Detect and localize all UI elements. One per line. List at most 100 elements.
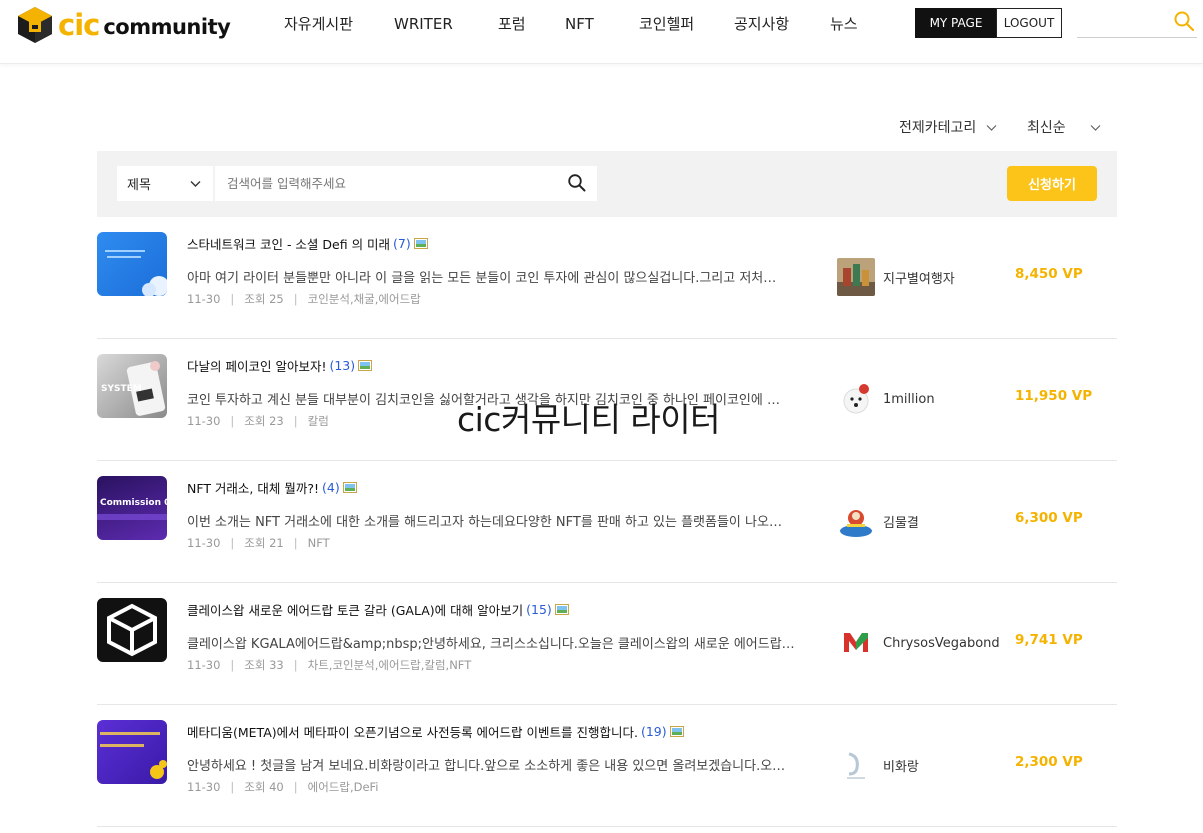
search-icon[interactable] — [567, 173, 587, 193]
gala-logo-thumbnail[interactable] — [97, 598, 167, 662]
header-search-field[interactable] — [1077, 8, 1197, 38]
sort-order-dropdown[interactable]: 최신순 — [1027, 117, 1101, 137]
post-meta: 11-30 | 조회 23 | 칼럼 — [187, 414, 329, 428]
comment-count: (19) — [640, 724, 667, 739]
image-attachment-icon — [413, 238, 428, 249]
post-title-text: 다날의 페이코인 알아보자! — [187, 359, 327, 374]
image-attachment-icon — [669, 726, 684, 737]
vp-score: 6,300 VP — [1015, 510, 1083, 526]
post-title-text: 클레이스왑 새로운 에어드랍 토큰 갈라 (GALA)에 대해 알아보기 — [187, 603, 524, 618]
post-views: 조회 23 — [244, 414, 284, 428]
author-name: ChrysosVegabond — [883, 635, 1000, 651]
post-excerpt: 코인 투자하고 계신 분들 대부분이 김치코인을 싫어할거라고 생각을 하지만 … — [187, 393, 780, 408]
avatar — [837, 624, 875, 662]
post-author[interactable]: 비화랑 — [837, 746, 919, 784]
image-attachment-icon — [342, 482, 357, 493]
post-list-item[interactable]: 메타디움(META)에서 메타파이 오픈기념으로 사전등록 에어드랍 이벤트를 … — [97, 705, 1117, 827]
comment-count: (4) — [322, 480, 340, 495]
thumbnail-graphic — [97, 514, 167, 520]
post-views: 조회 40 — [244, 780, 284, 794]
logo-text-cic: cic — [58, 8, 100, 42]
search-field-select-value: 제목 — [127, 178, 151, 193]
post-tags: 차트,코인분석,에어드랍,칼럼,NFT — [307, 658, 472, 672]
logo-text-community: community — [103, 15, 231, 39]
thumbnail-caption: SYSTEM — [101, 384, 142, 394]
mypage-button[interactable]: MY PAGE — [915, 8, 997, 38]
paycoin-thumbnail[interactable]: SYSTEM — [97, 354, 167, 418]
post-title[interactable]: 메타디움(META)에서 메타파이 오픈기념으로 사전등록 에어드랍 이벤트를 … — [187, 722, 684, 741]
nav-nft[interactable]: NFT — [565, 14, 594, 34]
post-tags: NFT — [307, 536, 330, 550]
post-views: 조회 25 — [244, 292, 284, 306]
image-attachment-icon — [358, 360, 373, 371]
author-name: 지구별여행자 — [883, 271, 955, 287]
nav-notice[interactable]: 공지사항 — [734, 14, 789, 34]
nft-commission-thumbnail[interactable]: Commission 0% — [97, 476, 167, 540]
cube-logo-icon — [18, 7, 52, 43]
post-excerpt: 안녕하세요 ! 첫글을 남겨 보네요.비화랑이라고 합니다.앞으로 소소하게 좋… — [187, 759, 786, 774]
site-header: cic community 자유게시판 WRITER 포럼 NFT 코인헬퍼 공… — [0, 0, 1203, 64]
author-name: 김물결 — [883, 515, 919, 531]
search-input[interactable] — [215, 166, 597, 201]
metadium-event-thumbnail[interactable] — [97, 720, 167, 784]
post-meta: 11-30 | 조회 25 | 코인분석,채굴,에어드랍 — [187, 292, 421, 306]
post-title[interactable]: NFT 거래소, 대체 뭘까?! (4) — [187, 478, 357, 497]
thumbnail-graphic — [100, 732, 167, 779]
search-field-select[interactable]: 제목 — [117, 166, 213, 201]
post-author[interactable]: 1million — [837, 380, 935, 418]
gala-logo-icon — [107, 603, 157, 657]
logout-button[interactable]: LOGOUT — [996, 8, 1062, 38]
post-views: 조회 33 — [244, 658, 284, 672]
post-title-text: NFT 거래소, 대체 뭘까?! — [187, 481, 319, 496]
avatar — [837, 258, 875, 296]
post-title[interactable]: 다날의 페이코인 알아보자! (13) — [187, 356, 373, 375]
category-filter-dropdown[interactable]: 전제카테고리 — [899, 117, 997, 137]
site-logo[interactable]: cic community — [17, 6, 231, 44]
post-tags: 에어드랍,DeFi — [307, 780, 379, 794]
nav-writer[interactable]: WRITER — [394, 14, 453, 34]
post-author[interactable]: 김물결 — [837, 502, 919, 540]
post-title[interactable]: 클레이스왑 새로운 에어드랍 토큰 갈라 (GALA)에 대해 알아보기 (15… — [187, 600, 569, 619]
post-title-text: 메타디움(META)에서 메타파이 오픈기념으로 사전등록 에어드랍 이벤트를 … — [187, 725, 638, 740]
post-date: 11-30 — [187, 414, 221, 428]
vp-score: 9,741 VP — [1015, 632, 1083, 648]
author-name: 비화랑 — [883, 759, 919, 775]
nav-forum[interactable]: 포럼 — [498, 14, 526, 34]
post-title[interactable]: 스타네트워크 코인 - 소셜 Defi 의 미래 (7) — [187, 234, 428, 253]
comment-count: (15) — [526, 602, 552, 617]
post-list-item[interactable]: SYSTEM 다날의 페이코인 알아보자! (13) 코인 투자하고 계신 분들… — [97, 339, 1117, 461]
post-author[interactable]: 지구별여행자 — [837, 258, 955, 296]
avatar — [837, 502, 875, 540]
post-meta: 11-30 | 조회 21 | NFT — [187, 536, 330, 550]
author-name: 1million — [883, 391, 935, 407]
post-excerpt: 아마 여기 라이터 분들뿐만 아니라 이 글을 읽는 모든 분들이 코인 투자에… — [187, 271, 777, 286]
nav-coin-helper[interactable]: 코인헬퍼 — [639, 14, 694, 34]
search-icon[interactable] — [1173, 10, 1195, 32]
post-list-item[interactable]: 클레이스왑 새로운 에어드랍 토큰 갈라 (GALA)에 대해 알아보기 (15… — [97, 583, 1117, 705]
vp-score: 11,950 VP — [1015, 388, 1093, 404]
post-list-item[interactable]: Commission 0% NFT 거래소, 대체 뭘까?! (4) 이번 소개… — [97, 461, 1117, 583]
post-meta: 11-30 | 조회 40 | 에어드랍,DeFi — [187, 780, 379, 794]
post-views: 조회 21 — [244, 536, 284, 550]
avatar — [837, 380, 875, 418]
thumbnail-graphic — [105, 250, 167, 296]
apply-button[interactable]: 신청하기 — [1007, 166, 1097, 201]
comment-count: (13) — [329, 358, 356, 373]
vp-score: 2,300 VP — [1015, 754, 1083, 770]
nav-news[interactable]: 뉴스 — [830, 14, 858, 34]
post-list-item[interactable]: 스타네트워크 코인 - 소셜 Defi 의 미래 (7) 아마 여기 라이터 분… — [97, 217, 1117, 339]
post-author[interactable]: ChrysosVegabond — [837, 624, 1000, 662]
post-excerpt: 클레이스왑 KGALA에어드랍&amp;nbsp;안녕하세요, 크리스소십니다.… — [187, 637, 795, 652]
chevron-down-icon — [1090, 124, 1101, 131]
post-excerpt: 이번 소개는 NFT 거래소에 대한 소개를 해드리고자 하는데요다양한 NFT… — [187, 515, 782, 530]
post-date: 11-30 — [187, 292, 221, 306]
image-attachment-icon — [554, 604, 569, 615]
nav-free-board[interactable]: 자유게시판 — [284, 14, 353, 34]
star-network-thumbnail[interactable] — [97, 232, 167, 296]
post-date: 11-30 — [187, 780, 221, 794]
chevron-down-icon — [986, 124, 997, 131]
post-title-text: 스타네트워크 코인 - 소셜 Defi 의 미래 — [187, 237, 391, 252]
sort-order-label: 최신순 — [1027, 120, 1066, 136]
vp-score: 8,450 VP — [1015, 266, 1083, 282]
post-search-bar: 제목 신청하기 — [97, 151, 1117, 217]
